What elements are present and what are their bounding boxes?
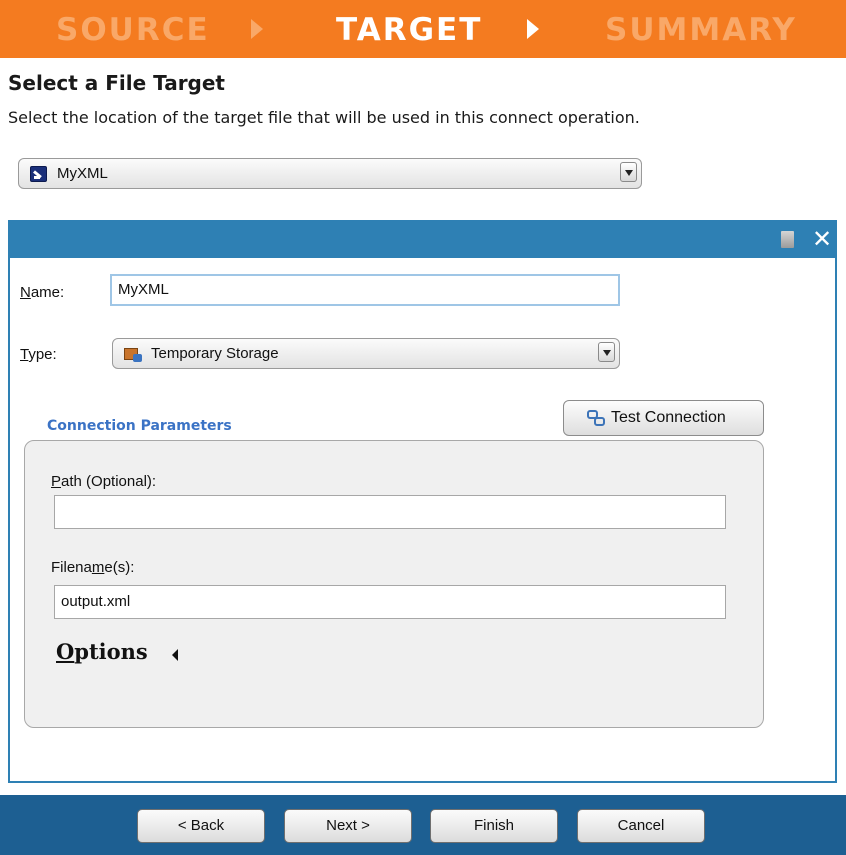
path-label-text: ath (Optional): [61,473,157,490]
options-mnemonic: O [56,639,75,664]
name-input[interactable]: MyXML [110,274,620,306]
next-button[interactable]: Next > [284,809,412,843]
name-label-mnemonic: N [20,284,31,301]
path-label-mnemonic: P [51,473,62,490]
step-arrow-icon [251,19,263,39]
close-icon[interactable]: ✕ [811,227,833,251]
step-arrow-icon [527,19,539,39]
step-source: SOURCE [56,12,210,48]
type-select[interactable]: Temporary Storage [112,338,620,369]
finish-button[interactable]: Finish [430,809,558,843]
filename-label-suffix: e(s): [104,559,135,576]
target-select-value: MyXML [57,165,108,182]
page-title: Select a File Target [8,71,225,95]
chevron-down-icon[interactable] [598,342,615,362]
name-label-text: ame: [30,284,65,301]
target-panel: ✕ Name: MyXML Type: Temporary Storage Co… [8,220,837,783]
storage-icon [124,345,143,362]
path-label: Path (Optional): [51,473,156,490]
path-input[interactable] [54,495,726,529]
link-icon [587,410,606,427]
back-button[interactable]: < Back [137,809,265,843]
chevron-down-icon[interactable] [620,162,637,182]
type-label-text: ype: [28,346,57,363]
panel-title-bar: ✕ [10,222,835,258]
chevron-left-icon[interactable] [172,649,178,661]
name-label: Name: [20,284,64,301]
target-select[interactable]: MyXML [18,158,642,189]
filename-label: Filename(s): [51,559,134,576]
wizard-footer: < Back Next > Finish Cancel [0,795,846,855]
test-connection-button[interactable]: Test Connection [563,400,764,436]
xml-file-icon [30,166,47,182]
document-icon[interactable] [781,231,794,248]
wizard-steps: SOURCE TARGET SUMMARY [0,0,846,58]
step-target: TARGET [336,12,483,48]
cancel-button[interactable]: Cancel [577,809,705,843]
test-connection-label: Test Connection [611,409,726,426]
options-label: ptions [74,639,148,664]
filename-label-mnemonic: m [91,559,105,576]
connection-parameters-title: Connection Parameters [47,418,232,434]
type-select-value: Temporary Storage [151,345,279,362]
step-summary: SUMMARY [605,12,797,48]
type-label: Type: [20,346,57,363]
options-toggle[interactable]: Options [56,639,148,664]
connection-parameters-box: Path (Optional): Filename(s): output.xml… [24,440,764,728]
filename-label-prefix: Filena [51,559,92,576]
page-description: Select the location of the target file t… [8,108,640,127]
filename-input[interactable]: output.xml [54,585,726,619]
